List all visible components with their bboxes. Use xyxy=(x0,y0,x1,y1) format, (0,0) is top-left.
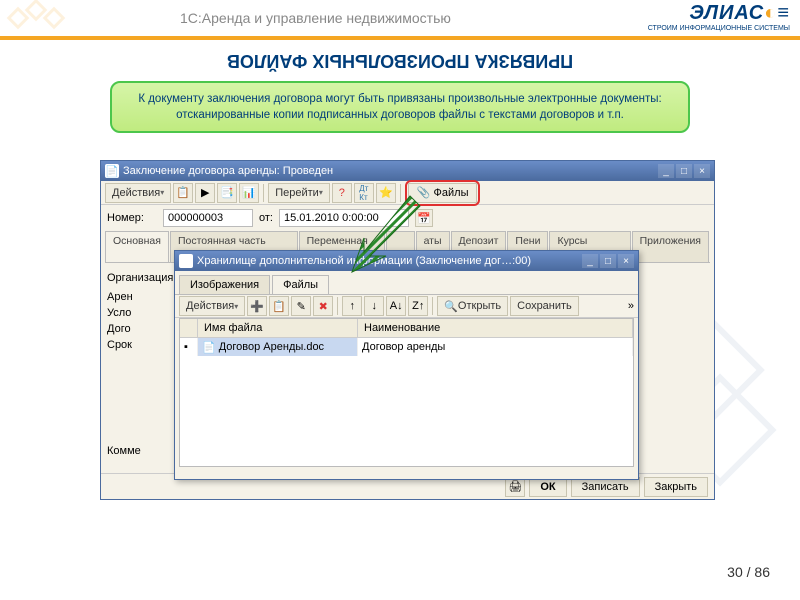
sort-az-icon[interactable]: A↓ xyxy=(386,296,406,316)
help-icon[interactable]: ? xyxy=(332,183,352,203)
tab-main[interactable]: Основная xyxy=(105,231,169,262)
list-icon[interactable]: 📑 xyxy=(217,183,237,203)
minimize-button[interactable]: _ xyxy=(658,164,674,178)
close-button-bottom[interactable]: Закрыть xyxy=(644,477,708,497)
goto-menu[interactable]: Перейти xyxy=(268,183,330,203)
files-button[interactable]: 📎 Файлы xyxy=(408,183,478,203)
tab-images[interactable]: Изображения xyxy=(179,275,270,294)
close-button-2[interactable]: × xyxy=(618,254,634,268)
open-button[interactable]: 🔍 Открыть xyxy=(437,296,508,316)
document-icon: 📄 xyxy=(105,164,119,178)
sort-za-icon[interactable]: Z↑ xyxy=(408,296,428,316)
move-down-icon[interactable]: ↓ xyxy=(364,296,384,316)
titlebar[interactable]: 📄 Заключение договора аренды: Проведен _… xyxy=(101,161,714,181)
tab-files[interactable]: Файлы xyxy=(272,275,329,294)
page-header: 1С:Аренда и управление недвижимостью ЭЛИ… xyxy=(0,0,800,36)
move-up-icon[interactable]: ↑ xyxy=(342,296,362,316)
product-title: 1С:Аренда и управление недвижимостью xyxy=(180,10,451,26)
divider-bar xyxy=(0,36,800,40)
row-name: Договор аренды xyxy=(358,338,633,356)
minimize-button-2[interactable]: _ xyxy=(582,254,598,268)
files-button-highlight: 📎 Файлы xyxy=(405,180,481,206)
actions-menu-2[interactable]: Действия xyxy=(179,296,245,316)
from-label: от: xyxy=(259,212,273,224)
report-icon[interactable]: 📊 xyxy=(239,183,259,203)
number-label: Номер: xyxy=(107,212,157,224)
edit-row-icon[interactable]: ✎ xyxy=(291,296,311,316)
files-grid: Имя файла Наименование ▪ 📄 Договор Аренд… xyxy=(179,318,634,467)
col-icon xyxy=(180,319,198,337)
file-name: Договор Аренды.doc xyxy=(219,341,324,353)
cond-label: Усло xyxy=(107,307,177,319)
save-button[interactable]: Сохранить xyxy=(510,296,579,316)
org-label: Организация: xyxy=(107,272,177,284)
add-icon[interactable]: 📋 xyxy=(173,183,193,203)
term-label: Срок xyxy=(107,339,177,351)
page-number: 30 / 86 xyxy=(727,564,770,580)
maximize-button[interactable]: □ xyxy=(676,164,692,178)
calendar-icon[interactable]: 📅 xyxy=(415,209,433,227)
table-row[interactable]: ▪ 📄 Договор Аренды.doc Договор аренды xyxy=(180,338,633,356)
tab-attach[interactable]: Приложения xyxy=(632,231,709,262)
row-marker-icon: ▪ xyxy=(184,341,188,353)
storage-window: 🗂 Хранилище дополнительной информации (З… xyxy=(174,250,639,480)
window-title: Заключение договора аренды: Проведен xyxy=(123,165,333,177)
col-name[interactable]: Наименование xyxy=(358,319,633,337)
window2-title: Хранилище дополнительной информации (Зак… xyxy=(197,255,531,267)
section-title: ПРИВЯЗКА ПРОИЗВОЛЬНЫХ ФАЙЛОВ xyxy=(0,50,800,71)
storage-icon: 🗂 xyxy=(179,254,193,268)
dtkt-icon[interactable]: ДтКт xyxy=(354,183,374,203)
toolbar-2: Действия ➕ 📋 ✎ ✖ ↑ ↓ A↓ Z↑ 🔍 Открыть Сох… xyxy=(175,294,638,318)
copy-row-icon[interactable]: 📋 xyxy=(269,296,289,316)
number-input[interactable] xyxy=(163,209,253,227)
comm-label: Комме xyxy=(107,445,177,457)
callout-box: К документу заключения договора могут бы… xyxy=(110,81,690,133)
post-icon[interactable]: ▶ xyxy=(195,183,215,203)
close-button[interactable]: × xyxy=(694,164,710,178)
doc-icon: 📄 xyxy=(202,341,216,354)
titlebar-2[interactable]: 🗂 Хранилище дополнительной информации (З… xyxy=(175,251,638,271)
tenant-label: Арен xyxy=(107,291,177,303)
delete-row-icon[interactable]: ✖ xyxy=(313,296,333,316)
paperclip-icon: 📎 xyxy=(417,186,431,199)
favorite-icon[interactable]: ⭐ xyxy=(376,183,396,203)
date-input[interactable] xyxy=(279,209,409,227)
maximize-button-2[interactable]: □ xyxy=(600,254,616,268)
brand-logo: ЭЛИАС◐≡ СТРОИМ ИНФОРМАЦИОННЫЕ СИСТЕМЫ xyxy=(648,2,790,32)
contr-label: Дого xyxy=(107,323,177,335)
actions-menu[interactable]: Действия xyxy=(105,183,171,203)
add-row-icon[interactable]: ➕ xyxy=(247,296,267,316)
more-icon[interactable]: » xyxy=(628,300,634,312)
col-filename[interactable]: Имя файла xyxy=(198,319,358,337)
toolbar: Действия 📋 ▶ 📑 📊 Перейти ? ДтКт ⭐ 📎 Файл… xyxy=(101,181,714,205)
